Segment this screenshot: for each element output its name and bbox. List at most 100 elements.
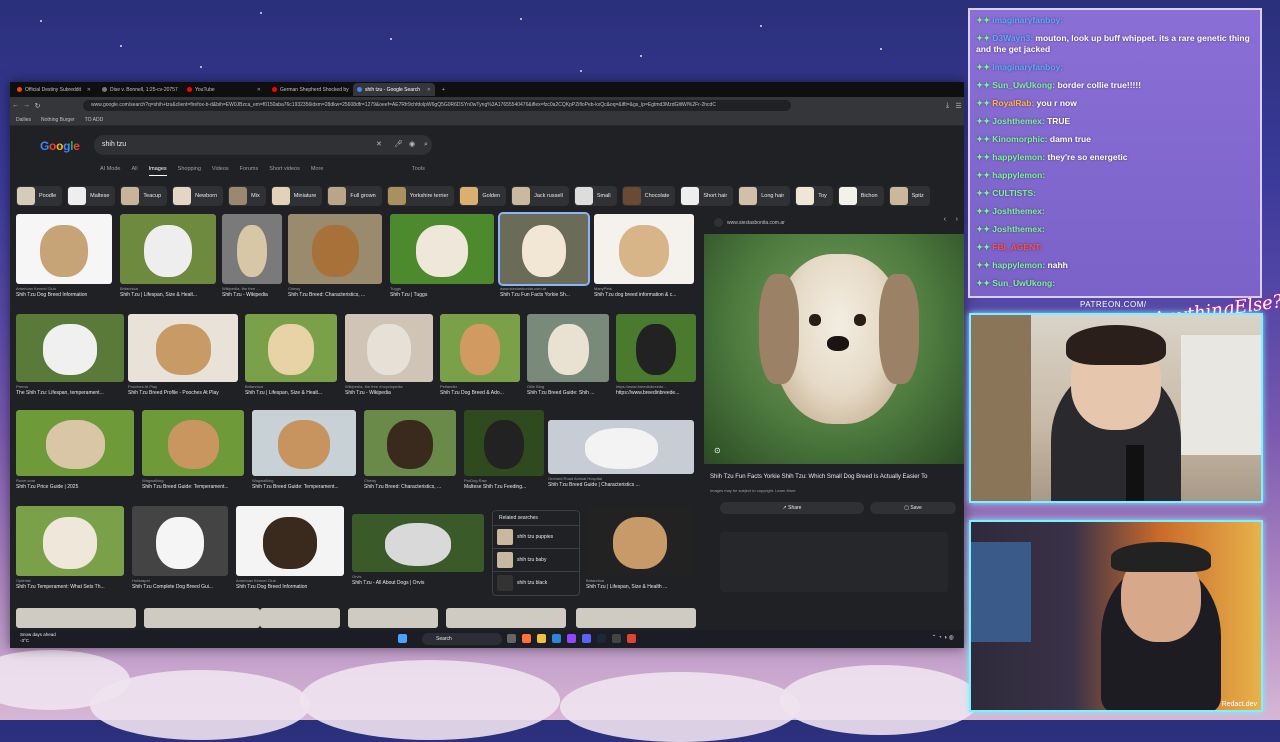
result-source[interactable]: www.siestasbonita.com.ar: [500, 286, 588, 291]
result-source[interactable]: Britannica: [120, 286, 216, 291]
chat-username[interactable]: Joshthemex:: [992, 224, 1044, 234]
result-thumbnail[interactable]: [345, 314, 433, 382]
result-source[interactable]: Wikipedia, the free encyclopedia: [345, 384, 433, 389]
chip-teacup[interactable]: Teacup: [120, 186, 168, 206]
result-thumbnail[interactable]: [120, 214, 216, 284]
result-thumbnail[interactable]: [132, 506, 228, 576]
tab-0[interactable]: Official Destiny Subreddit ✕: [13, 83, 95, 96]
result-source[interactable]: Ollie Blog: [527, 384, 609, 389]
chip-newborn[interactable]: Newborn: [172, 186, 224, 206]
result-thumbnail[interactable]: [586, 506, 694, 576]
weather-widget[interactable]: Snow days ahead -3°C: [20, 632, 56, 644]
steam-icon[interactable]: [597, 634, 606, 643]
result-thumbnail[interactable]: [288, 214, 382, 284]
app-icon[interactable]: [552, 634, 561, 643]
result-thumbnail[interactable]: [128, 314, 238, 382]
result-thumbnail[interactable]: [236, 506, 344, 576]
result-caption[interactable]: Shih Tzu Dog Breed Information: [16, 292, 112, 298]
result-caption[interactable]: Shih Tzu Fun Facts Yorkie Sh...: [500, 292, 588, 298]
mic-icon[interactable]: 🎤︎: [394, 135, 403, 155]
result-source[interactable]: Holistapet: [132, 578, 228, 583]
chip-bichon[interactable]: Bichon: [837, 186, 884, 206]
result-caption[interactable]: Shih Tzu Complete Dog Breed Gui...: [132, 584, 228, 590]
tray-icons[interactable]: ⌃ ◔ ◑ ◍: [931, 634, 954, 641]
result-source[interactable]: https://www.breedinbreede...: [616, 384, 696, 389]
mode-shopping[interactable]: Shopping: [178, 166, 201, 176]
result-thumbnail[interactable]: [390, 214, 494, 284]
back-icon[interactable]: ←: [10, 102, 21, 109]
close-icon[interactable]: ✕: [87, 87, 91, 93]
chip-golden[interactable]: Golden: [459, 186, 507, 206]
image-result[interactable]: https://www.breedinbreede... https://www.…: [616, 314, 696, 396]
result-source[interactable]: Britannica: [586, 578, 694, 583]
prev-icon[interactable]: ‹: [944, 216, 946, 223]
mode-more[interactable]: More: [311, 166, 324, 176]
chip-chocolate[interactable]: Chocolate: [621, 186, 676, 206]
related-item[interactable]: shih tzu baby: [493, 548, 579, 571]
chrome-icon[interactable]: [627, 634, 636, 643]
image-result[interactable]: American Kennel Club Shih Tzu Dog Breed I…: [16, 214, 112, 298]
firefox-icon[interactable]: [522, 634, 531, 643]
result-thumbnail[interactable]: [142, 410, 244, 476]
chip-yorkshire-terrier[interactable]: Yorkshire terrier: [386, 186, 455, 206]
image-result[interactable]: Chewy Shih Tzu Breed: Characteristics, ..…: [288, 214, 382, 298]
result-caption[interactable]: Shih Tzu | Lifespan, Size & Healt...: [245, 390, 337, 396]
image-result[interactable]: [16, 608, 136, 628]
image-result[interactable]: Britannica Shih Tzu | Lifespan, Size & He…: [586, 506, 694, 590]
search-icon[interactable]: ⌕: [424, 135, 428, 155]
twitch-icon[interactable]: [567, 634, 576, 643]
mode-short-videos[interactable]: Short videos: [269, 166, 300, 176]
result-caption[interactable]: Shih Tzu Breed: Characteristics, ...: [364, 484, 456, 490]
chip-poodle[interactable]: Poodle: [16, 186, 63, 206]
result-source[interactable]: Wagwalking: [252, 478, 356, 483]
preview-source[interactable]: www.siestasbonita.com.ar: [714, 218, 785, 227]
result-thumbnail[interactable]: [16, 410, 134, 476]
result-caption[interactable]: Shih Tzu Breed Guide | Characteristics .…: [548, 482, 694, 488]
result-thumbnail[interactable]: [616, 314, 696, 382]
forward-icon[interactable]: →: [21, 102, 32, 109]
chip-mix[interactable]: Mix: [228, 186, 266, 206]
result-source[interactable]: Chewy: [288, 286, 382, 291]
image-result[interactable]: Pooches At Play Shih Tzu Breed Profile - …: [128, 314, 238, 396]
result-thumbnail[interactable]: [16, 314, 124, 382]
mode-ai[interactable]: AI Mode: [100, 166, 120, 176]
image-result[interactable]: Prema The Shih Tzu: Lifespan, temperament…: [16, 314, 124, 396]
image-result[interactable]: Orchard Road Animal Hospital Shih Tzu Bre…: [548, 420, 694, 488]
result-source[interactable]: Wagwalking: [142, 478, 244, 483]
chip-maltese[interactable]: Maltese: [67, 186, 116, 206]
image-result[interactable]: Wagwalking Shih Tzu Breed Guide: Temperam…: [142, 410, 244, 490]
image-result[interactable]: ManyPets Shih Tzu dog breed information &…: [594, 214, 694, 298]
download-icon[interactable]: ⤓: [942, 102, 953, 110]
taskview-icon[interactable]: [507, 634, 516, 643]
image-result[interactable]: [446, 608, 566, 628]
tab-1[interactable]: Dise v. Bonnell, 1:25-cv-20757✕: [98, 83, 180, 96]
tab-4[interactable]: shih tzu - Google Search ✕: [353, 83, 435, 96]
image-result[interactable]: Wikipedia, the free ... Shih Tzu - Wikipe…: [222, 214, 282, 298]
menu-icon[interactable]: ☰: [953, 102, 964, 110]
result-caption[interactable]: Shih Tzu dog breed information & c...: [594, 292, 694, 298]
chip-spitz[interactable]: Spitz: [888, 186, 930, 206]
save-button[interactable]: ▢ Save: [870, 502, 956, 514]
result-caption[interactable]: Shih Tzu | Tuggs: [390, 292, 494, 298]
result-thumbnail[interactable]: [594, 214, 694, 284]
chip-toy[interactable]: Toy: [795, 186, 833, 206]
camera-icon[interactable]: ◉: [409, 135, 415, 155]
image-result[interactable]: Petlander Shih Tzu Dog Breed & Ado...: [440, 314, 520, 396]
result-source[interactable]: Britannica: [245, 384, 337, 389]
chat-username[interactable]: Joshthemex:: [992, 206, 1044, 216]
result-thumbnail[interactable]: [252, 410, 356, 476]
chat-username[interactable]: happylemon:: [992, 260, 1045, 270]
result-caption[interactable]: Shih Tzu - Wikipedia: [345, 390, 433, 396]
image-result[interactable]: www.siestasbonita.com.ar Shih Tzu Fun Fac…: [498, 212, 590, 298]
result-thumbnail[interactable]: [364, 410, 456, 476]
mode-forums[interactable]: Forums: [240, 166, 259, 176]
chip-miniature[interactable]: Miniature: [270, 186, 323, 206]
image-result[interactable]: [576, 608, 696, 628]
related-item[interactable]: shih tzu puppies: [493, 525, 579, 548]
result-caption[interactable]: Shih Tzu | Lifespan, Size & Healt...: [120, 292, 216, 298]
result-thumbnail[interactable]: [498, 212, 590, 286]
result-caption[interactable]: Shih Tzu Breed Guide: Temperament...: [252, 484, 356, 490]
tools-button[interactable]: Tools: [412, 166, 425, 172]
image-result[interactable]: [144, 608, 260, 628]
obs-icon[interactable]: [612, 634, 621, 643]
